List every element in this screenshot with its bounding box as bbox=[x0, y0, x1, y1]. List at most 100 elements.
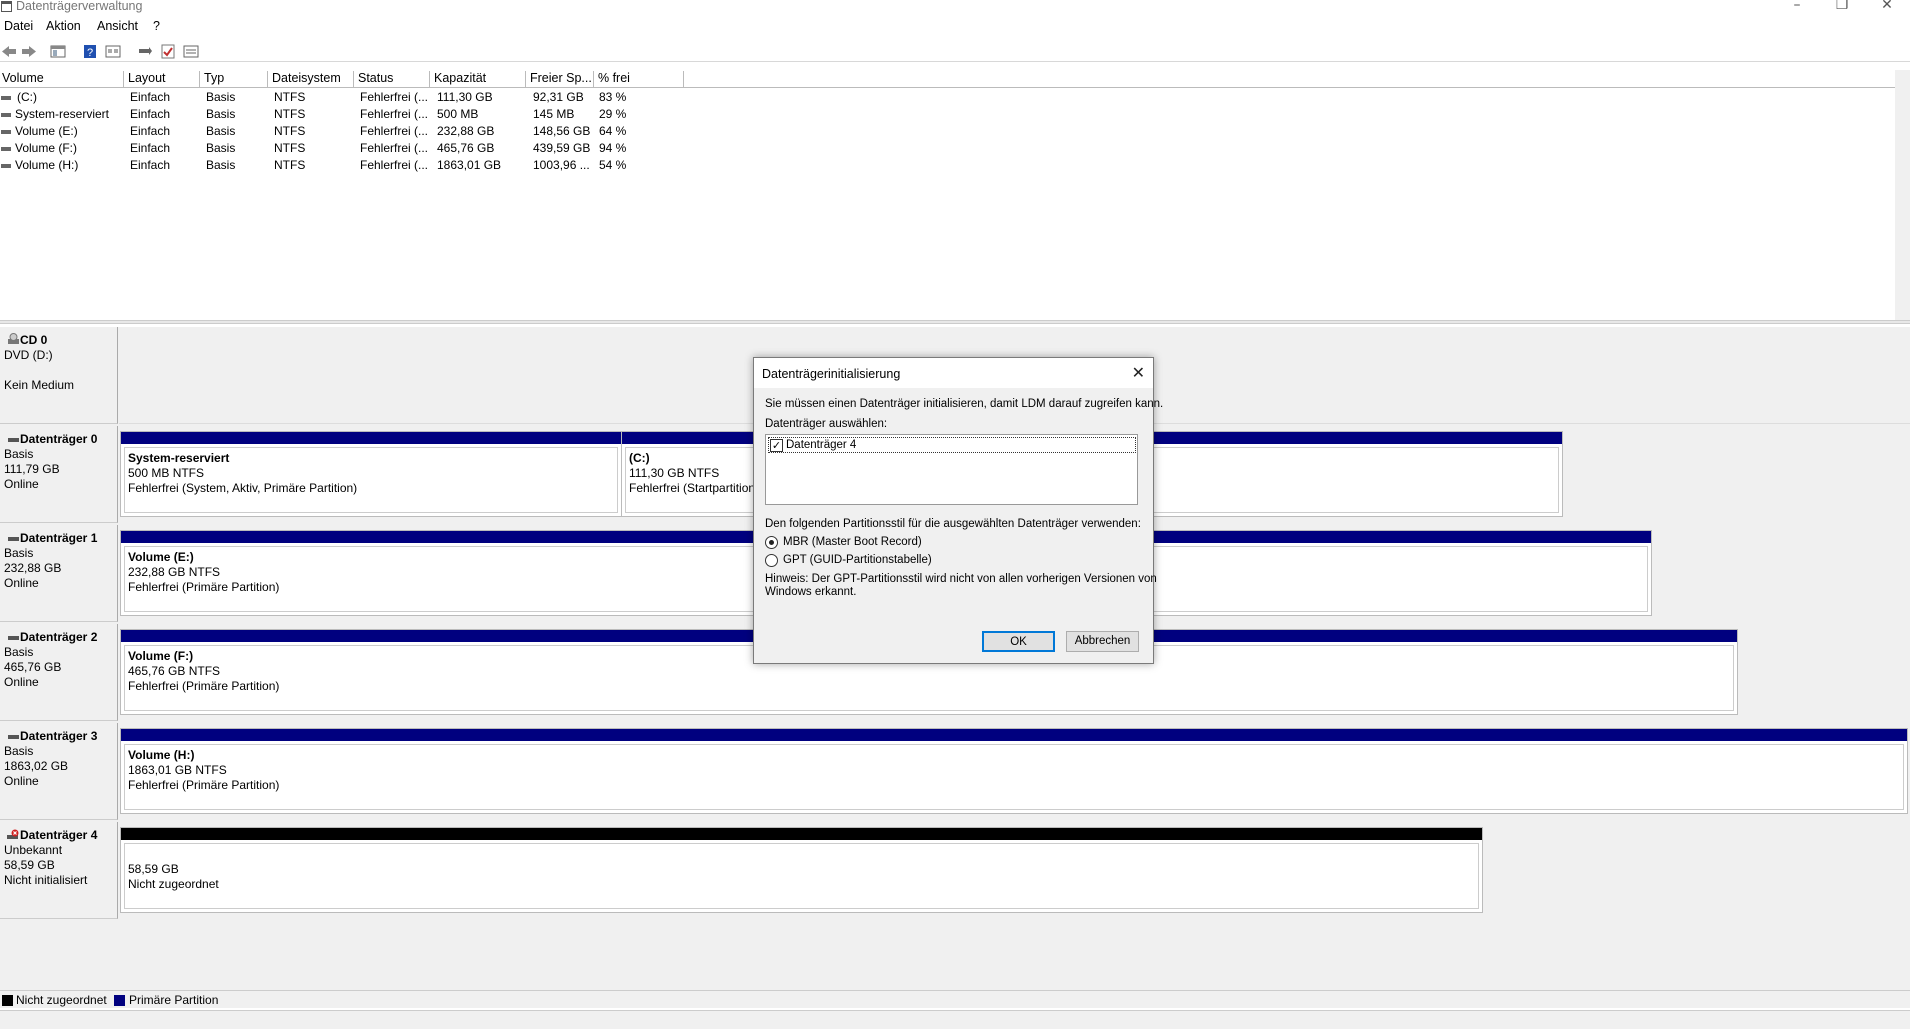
disk-line2 bbox=[4, 363, 117, 378]
help-icon[interactable]: ? bbox=[82, 44, 98, 59]
col-status[interactable]: Status bbox=[356, 71, 430, 87]
cell-freier-speicher: 148,56 GB bbox=[533, 124, 591, 138]
cell-layout: Einfach bbox=[130, 90, 171, 104]
disk-line2: 111,79 GB bbox=[4, 462, 60, 476]
cell-kapazitaet: 500 MB bbox=[437, 107, 479, 121]
restore-icon[interactable]: ❐ bbox=[1822, 0, 1862, 13]
disk-label-2[interactable]: Datenträger 2 Basis 465,76 GB Online bbox=[0, 624, 118, 721]
cell-volume: Volume (F:) bbox=[15, 141, 78, 155]
forward-icon[interactable] bbox=[21, 44, 37, 59]
connect-icon[interactable] bbox=[137, 44, 153, 59]
disk-line2: 58,59 GB bbox=[4, 858, 55, 872]
volume-list-scrollbar[interactable] bbox=[1895, 70, 1910, 320]
disk-label-3[interactable]: Datenträger 3 Basis 1863,02 GB Online bbox=[0, 723, 118, 820]
select-disk-label: Datenträger auswählen: bbox=[765, 418, 888, 430]
init-disk-dialog: Datenträgerinitialisierung ✕ Sie müssen … bbox=[753, 357, 1163, 664]
partition-size: 500 MB NTFS bbox=[128, 466, 205, 480]
disk-label-1[interactable]: Datenträger 1 Basis 232,88 GB Online bbox=[0, 525, 118, 622]
disk-line3: Online bbox=[4, 774, 39, 788]
disk-listbox[interactable]: ✓ Datenträger 4 bbox=[765, 434, 1138, 505]
cell-status: Fehlerfrei (... bbox=[360, 158, 429, 172]
disk-line3: Nicht initialisiert bbox=[4, 873, 88, 887]
volume-list-header: Volume Layout Typ Dateisystem Status Kap… bbox=[0, 70, 1910, 88]
partition-body: 58,59 GB Nicht zugeordnet bbox=[124, 843, 1479, 909]
mbr-label[interactable]: MBR (Master Boot Record) bbox=[783, 536, 922, 548]
col-dateisystem[interactable]: Dateisystem bbox=[270, 71, 354, 87]
cell-freier-speicher: 1003,96 ... bbox=[533, 158, 590, 172]
gpt-label[interactable]: GPT (GUID-Partitionstabelle) bbox=[783, 554, 932, 566]
disk-line3: Kein Medium bbox=[4, 378, 75, 392]
disk-item-label: Datenträger 4 bbox=[786, 439, 857, 451]
check-icon[interactable] bbox=[160, 44, 176, 59]
drive-icon bbox=[1, 164, 11, 168]
menu-ansicht[interactable]: Ansicht bbox=[97, 19, 138, 33]
cell-status: Fehlerfrei (... bbox=[360, 124, 429, 138]
disk-name-text: CD 0 bbox=[20, 333, 48, 347]
disk-name: Datenträger 1 bbox=[4, 531, 117, 546]
disk-line3: Online bbox=[4, 675, 39, 689]
drive-icon bbox=[1, 113, 11, 117]
menu-datei[interactable]: Datei bbox=[4, 19, 33, 33]
properties-icon[interactable] bbox=[105, 44, 121, 59]
minimize-icon[interactable]: – bbox=[1777, 0, 1817, 13]
menu-aktion[interactable]: Aktion bbox=[46, 19, 81, 33]
cd-icon bbox=[8, 333, 19, 344]
gpt-note-line2: Windows erkannt. bbox=[765, 586, 857, 598]
col-prozent-frei[interactable]: % frei bbox=[596, 71, 684, 87]
disk-line1: Basis bbox=[4, 645, 34, 659]
table-row[interactable]: Volume (F:) Einfach Basis NTFS Fehlerfre… bbox=[0, 141, 700, 158]
cell-volume: (C:) bbox=[17, 90, 37, 104]
cell-typ: Basis bbox=[206, 141, 236, 155]
partition-style-label: Den folgenden Partitionsstil für die aus… bbox=[765, 518, 1141, 530]
partition-bar bbox=[121, 729, 1907, 741]
close-icon[interactable]: ✕ bbox=[1132, 363, 1145, 382]
disk-label-cd0[interactable]: CD 0 DVD (D:) Kein Medium bbox=[0, 327, 118, 424]
gpt-radio[interactable] bbox=[765, 554, 778, 567]
back-icon[interactable] bbox=[1, 44, 17, 59]
disk-name: Datenträger 2 bbox=[4, 630, 117, 645]
col-layout[interactable]: Layout bbox=[126, 71, 200, 87]
disk-name: Datenträger 4 bbox=[4, 828, 117, 843]
table-row[interactable]: (C:) Einfach Basis NTFS Fehlerfrei (... … bbox=[0, 90, 700, 107]
window-title: Datenträgerverwaltung bbox=[16, 0, 143, 13]
app-icon bbox=[1, 1, 12, 12]
ok-button[interactable]: OK bbox=[982, 631, 1055, 652]
disk-label-0[interactable]: Datenträger 0 Basis 111,79 GB Online bbox=[0, 426, 118, 523]
gpt-note-line1: Hinweis: Der GPT-Partitionsstil wird nic… bbox=[765, 573, 1157, 585]
disk-checkbox[interactable]: ✓ bbox=[770, 439, 783, 452]
table-row[interactable]: System-reserviert Einfach Basis NTFS Feh… bbox=[0, 107, 700, 124]
detail-icon[interactable] bbox=[183, 44, 199, 59]
menu-help[interactable]: ? bbox=[153, 19, 160, 33]
disk-name: Datenträger 3 bbox=[4, 729, 117, 744]
partition-unallocated[interactable]: 58,59 GB Nicht zugeordnet bbox=[120, 827, 1483, 913]
col-volume[interactable]: Volume bbox=[0, 71, 124, 87]
cell-volume: System-reserviert bbox=[15, 107, 110, 121]
table-row[interactable]: Volume (E:) Einfach Basis NTFS Fehlerfre… bbox=[0, 124, 700, 141]
cell-dateisystem: NTFS bbox=[274, 141, 306, 155]
col-freier-speicher[interactable]: Freier Sp... bbox=[528, 71, 594, 87]
disk-label-4[interactable]: Datenträger 4 Unbekannt 58,59 GB Nicht i… bbox=[0, 822, 118, 919]
cell-volume: Volume (H:) bbox=[15, 158, 79, 172]
disk-icon bbox=[8, 636, 19, 640]
col-typ[interactable]: Typ bbox=[202, 71, 268, 87]
disk-line1: Basis bbox=[4, 546, 34, 560]
cancel-button[interactable]: Abbrechen bbox=[1066, 631, 1139, 652]
disk-name-text: Datenträger 1 bbox=[20, 531, 98, 545]
console-tree-icon[interactable] bbox=[50, 44, 66, 59]
title-bar: Datenträgerverwaltung – ❐ ✕ bbox=[0, 0, 1910, 16]
partition-system-reserved[interactable]: System-reserviert 500 MB NTFS Fehlerfrei… bbox=[120, 431, 622, 517]
legend-swatch-primary bbox=[114, 995, 125, 1006]
mbr-radio[interactable] bbox=[765, 536, 778, 549]
disk-name: CD 0 bbox=[4, 333, 117, 348]
partition-bar bbox=[121, 432, 621, 444]
disk-icon bbox=[8, 438, 19, 442]
col-kapazitaet[interactable]: Kapazität bbox=[432, 71, 526, 87]
table-row[interactable]: Volume (H:) Einfach Basis NTFS Fehlerfre… bbox=[0, 158, 700, 175]
close-icon[interactable]: ✕ bbox=[1867, 0, 1907, 13]
list-item[interactable]: ✓ Datenträger 4 bbox=[768, 437, 1136, 453]
cell-kapazitaet: 1863,01 GB bbox=[437, 158, 502, 172]
cell-layout: Einfach bbox=[130, 107, 171, 121]
partition-h[interactable]: Volume (H:) 1863,01 GB NTFS Fehlerfrei (… bbox=[120, 728, 1908, 814]
partition-status: Fehlerfrei (System, Aktiv, Primäre Parti… bbox=[128, 481, 358, 495]
pane-splitter[interactable] bbox=[0, 320, 1910, 324]
